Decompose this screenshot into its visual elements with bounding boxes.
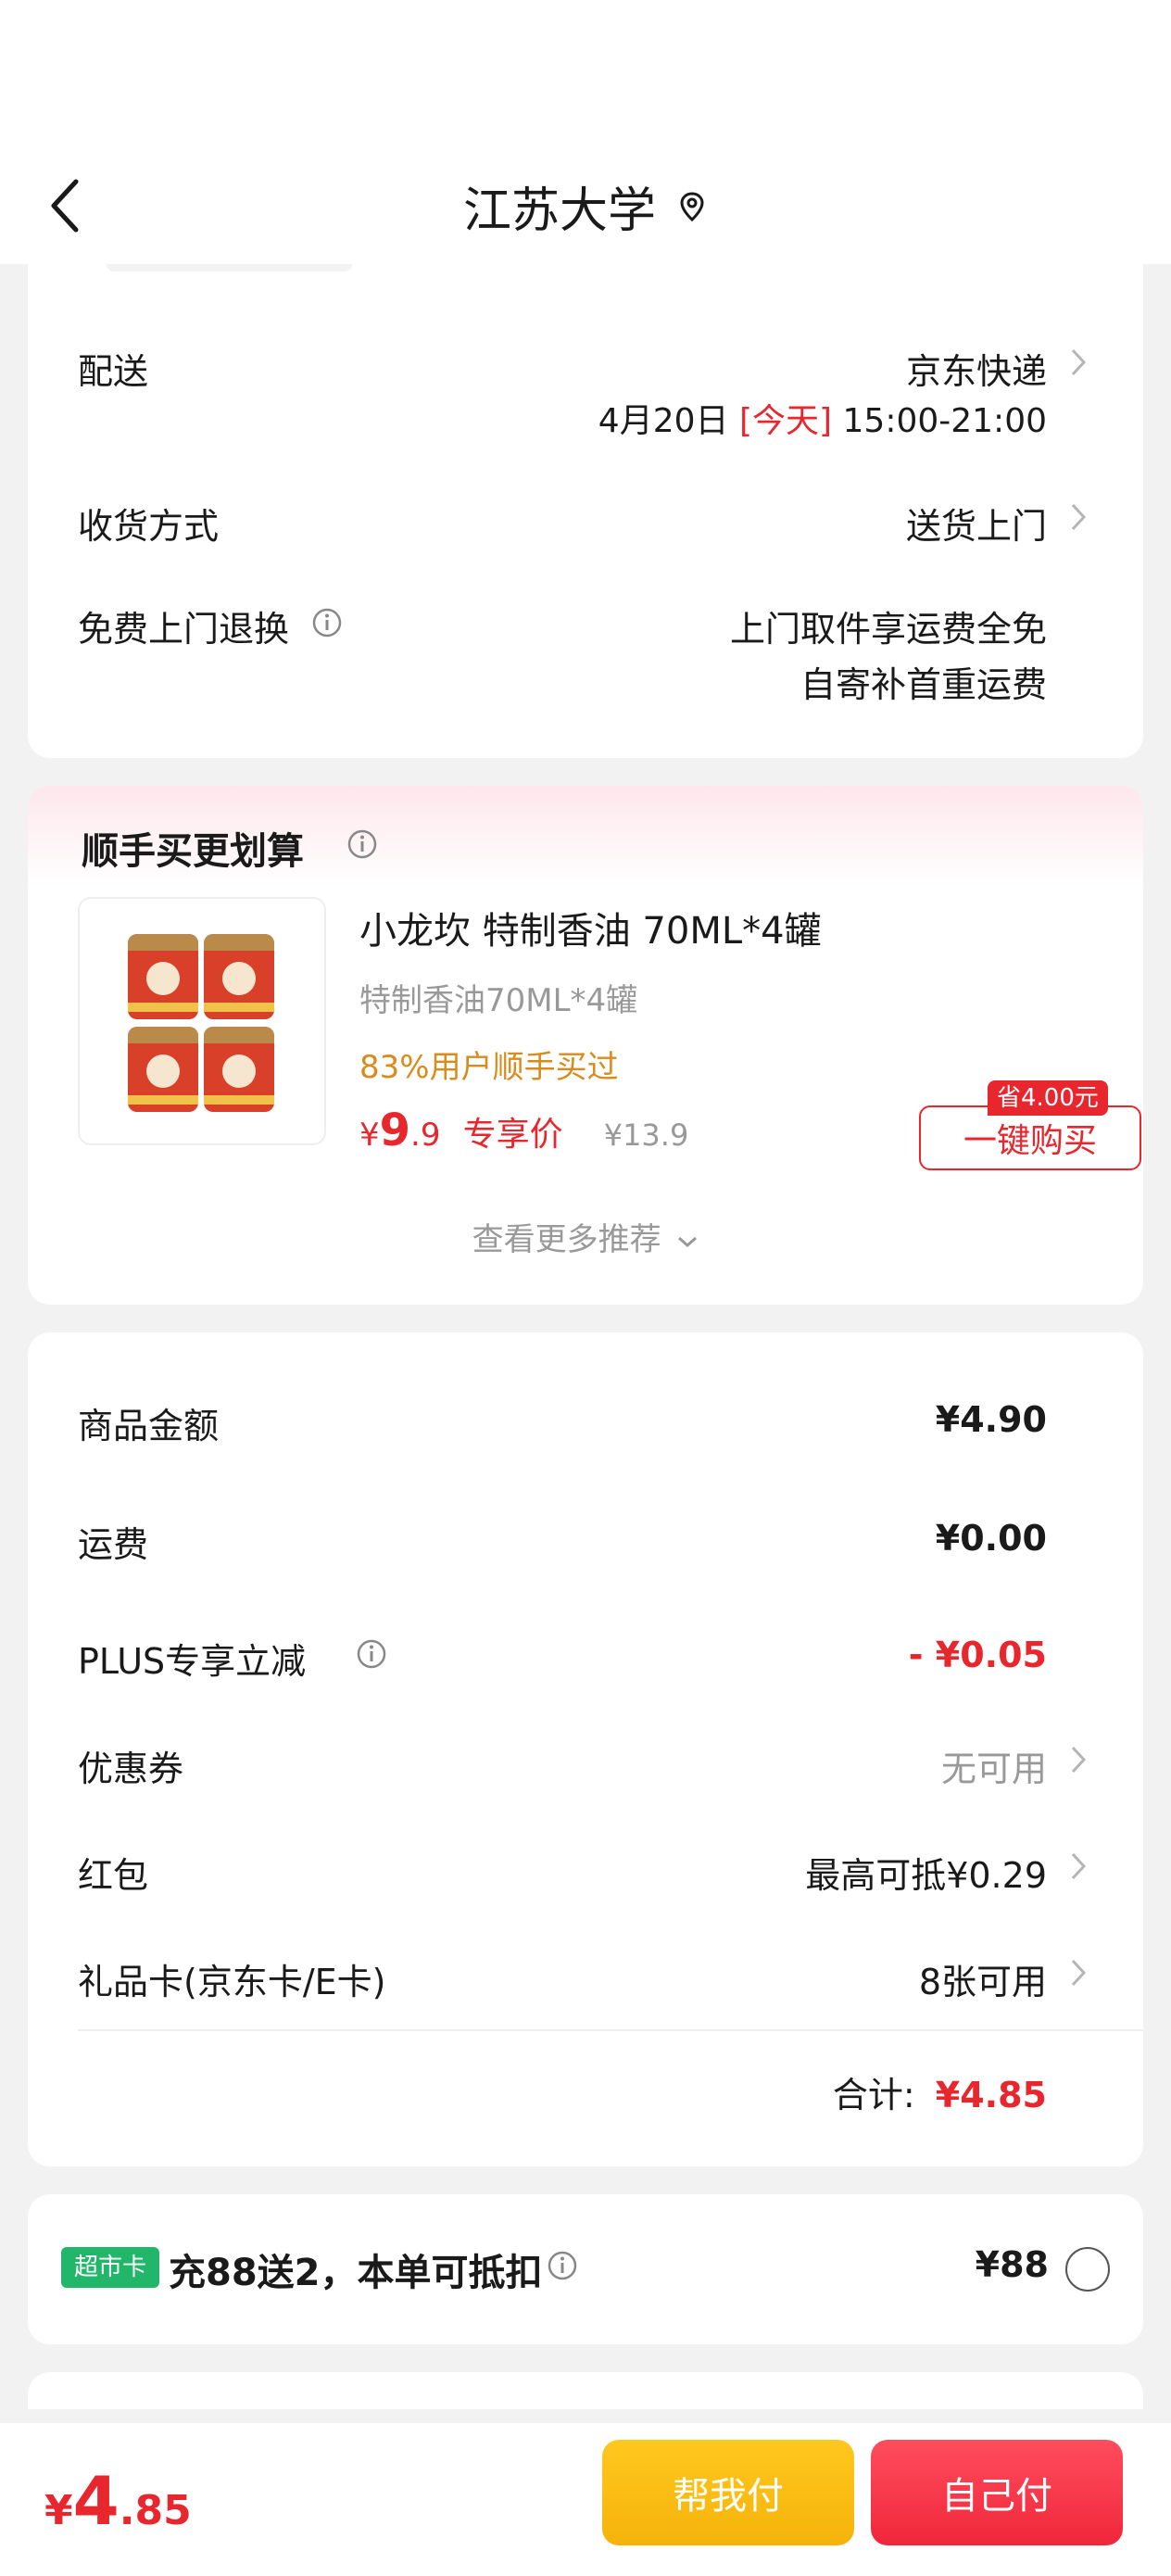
today-tag: [今天] [738,402,833,440]
price-decimal: .85 [119,2487,192,2534]
chevron-down-icon [678,1236,698,1247]
jar-image [128,934,198,1019]
more-recommendations-label: 查看更多推荐 [472,1221,661,1258]
info-icon[interactable] [311,607,343,638]
supermarket-card-offer: 超市卡 充88送2，本单可抵扣 ¥88 [28,2194,1143,2344]
currency-symbol: ¥ [359,1117,380,1154]
product-price: ¥9.9 专享价 ¥13.9 [359,1105,688,1156]
price-decimal: .9 [410,1117,441,1154]
red-packet-label: 红包 [78,1855,149,1896]
price-label: 专享价 [462,1116,563,1154]
chevron-left-icon [51,179,79,233]
goods-amount-label: 商品金额 [78,1406,220,1446]
supermarket-radio[interactable] [1065,2247,1110,2292]
bottom-pay-bar: ¥4.85 帮我付 自己付 [0,2423,1171,2576]
page-title: 江苏大学 [462,183,656,239]
receive-method-label: 收货方式 [78,506,220,547]
supermarket-price: ¥88 [975,2244,1049,2285]
jar-image [204,934,274,1019]
more-recommendations-link[interactable]: 查看更多推荐 [28,1214,1143,1259]
total-pay-price: ¥4.85 [44,2462,192,2540]
free-return-line2: 自寄补首重运费 [800,664,1047,705]
nav-bar: 江苏大学 [0,148,1171,264]
product-name[interactable]: 小龙坎 特制香油 70ML*4罐 [359,901,822,954]
product-spec: 特制香油70ML*4罐 [359,982,638,1019]
product-image[interactable] [78,897,326,1145]
jar-image [204,1027,274,1112]
next-card-edge [28,2372,1143,2409]
shipping-value: ¥0.00 [935,1518,1047,1559]
info-icon[interactable] [547,2250,578,2281]
info-icon[interactable] [346,828,378,860]
chevron-right-icon[interactable] [1069,347,1088,378]
supermarket-badge: 超市卡 [61,2247,159,2288]
chevron-right-icon[interactable] [1069,1744,1088,1775]
gift-card-label: 礼品卡(京东卡/E卡) [78,1962,386,2002]
delivery-date: 4月20日 [598,402,729,440]
divider [78,2029,1143,2031]
delivery-label: 配送 [78,351,149,392]
pay-myself-button[interactable]: 自己付 [871,2440,1123,2545]
addon-title: 顺手买更划算 [82,830,304,873]
save-badge: 省4.00元 [988,1080,1108,1116]
plus-discount-value: - ¥0.05 [908,1635,1047,1675]
coupon-value[interactable]: 无可用 [941,1740,1047,1791]
free-return-line1: 上门取件享运费全免 [729,609,1047,650]
gift-card-value[interactable]: 8张可用 [919,1953,1047,2004]
back-button[interactable] [46,169,120,243]
info-icon[interactable] [356,1638,387,1670]
coupon-label: 优惠券 [78,1749,184,1789]
help-me-pay-button[interactable]: 帮我付 [602,2440,854,2545]
status-bar [0,0,1171,148]
plus-discount-label: PLUS专享立减 [78,1641,307,1682]
shipping-label: 运费 [78,1524,149,1565]
red-packet-value[interactable]: 最高可抵¥0.29 [805,1847,1047,1898]
receive-method-value[interactable]: 送货上门 [906,498,1047,549]
delivery-courier[interactable]: 京东快递 [906,343,1047,394]
chevron-right-icon[interactable] [1069,1957,1088,1989]
supermarket-offer-text: 充88送2，本单可抵扣 [169,2252,543,2294]
currency-symbol: ¥ [44,2487,73,2534]
total-row: 合计: ¥4.85 [833,2066,1047,2117]
delivery-card: 配送 京东快递 4月20日 [今天] 15:00-21:00 收货方式 送货上门… [28,264,1143,758]
goods-amount-value: ¥4.90 [935,1399,1047,1440]
delivery-time: 4月20日 [今天] 15:00-21:00 [598,394,1047,442]
chevron-right-icon[interactable] [1069,1850,1088,1882]
chevron-right-icon[interactable] [1069,501,1088,533]
total-label: 合计: [832,2075,915,2115]
price-integer: 9 [379,1105,411,1156]
original-price: ¥13.9 [603,1118,689,1153]
price-summary-card: 商品金额 ¥4.90 运费 ¥0.00 PLUS专享立减 - ¥0.05 优惠券… [28,1332,1143,2166]
price-integer: 4 [72,2462,120,2540]
purchase-stat: 83%用户顺手买过 [359,1049,619,1086]
delivery-time-range: 15:00-21:00 [842,402,1047,440]
addon-card: 顺手买更划算 小龙坎 特制香油 70ML*4罐 特制香油70ML*4罐 83%用… [28,786,1143,1305]
total-value: ¥4.85 [935,2075,1047,2115]
free-return-label: 免费上门退换 [78,609,290,650]
address-title[interactable]: 江苏大学 [463,171,708,241]
location-pin-icon [680,191,704,221]
scrolled-item-edge [107,264,352,271]
jar-image [128,1027,198,1112]
